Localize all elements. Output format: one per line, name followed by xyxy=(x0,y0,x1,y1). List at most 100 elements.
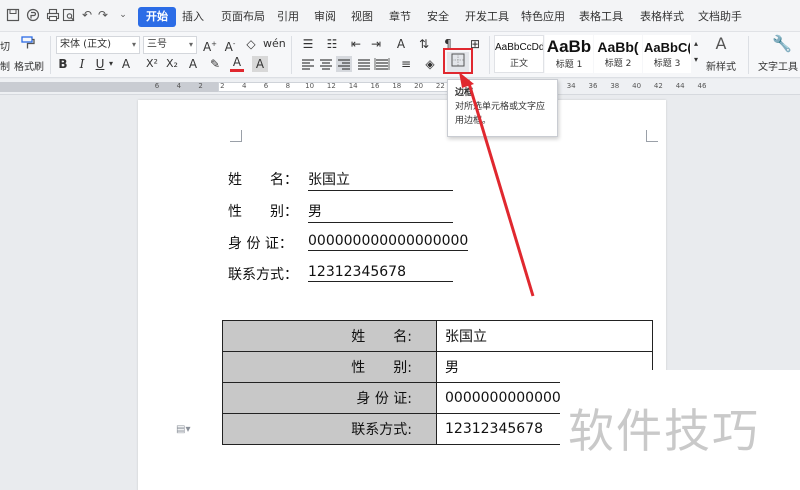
paste-options-icon[interactable]: ▤▾ xyxy=(176,424,194,438)
tooltip-line: 用边框。 xyxy=(455,116,492,126)
table-cell-label[interactable]: 姓 名: xyxy=(222,320,437,352)
align-center-icon[interactable] xyxy=(318,56,334,72)
menu-bar: ↶ ↷ ⌄ 开始 插入 页面布局 引用 审阅 视图 章节 安全 开发工具 特色应… xyxy=(0,0,800,32)
tab-developer[interactable]: 开发工具 xyxy=(465,7,509,27)
export-pdf-icon[interactable] xyxy=(26,8,40,22)
form-label: 身 份 证： xyxy=(228,236,293,252)
form-row-contact[interactable]: 联系方式： 12312345678 xyxy=(228,264,453,284)
print-icon[interactable] xyxy=(46,8,60,22)
decrease-indent-icon[interactable]: ⇤ xyxy=(348,36,364,52)
table-cell-value[interactable]: 张国立 xyxy=(436,320,653,352)
grow-font-icon[interactable]: A+ xyxy=(202,36,218,55)
phonetic-icon[interactable]: wén xyxy=(263,36,286,52)
text-tools-icon[interactable]: 🔧 xyxy=(772,36,792,52)
ruler-tick-label: 12 xyxy=(326,82,336,90)
tab-table-style[interactable]: 表格样式 xyxy=(640,7,684,27)
customize-chevron-icon[interactable]: ⌄ xyxy=(116,8,130,22)
style-heading-1[interactable]: AaBb 标题 1 xyxy=(545,35,593,73)
table-cell-label[interactable]: 性 别: xyxy=(222,351,437,383)
font-color-icon[interactable]: A xyxy=(230,56,244,72)
form-value[interactable]: 男 xyxy=(308,201,453,223)
tab-page-layout[interactable]: 页面布局 xyxy=(221,7,265,27)
align-right-icon[interactable] xyxy=(336,56,352,72)
copy-label[interactable]: 制 xyxy=(0,58,10,73)
chevron-down-icon: ▾ xyxy=(188,40,193,49)
shrink-font-icon[interactable]: A- xyxy=(222,36,238,55)
highlight-box xyxy=(443,48,473,74)
horizontal-ruler[interactable]: 6422468101214161820222426283032343638404… xyxy=(0,79,800,95)
format-painter-button[interactable]: 格式刷 xyxy=(14,58,44,73)
chevron-down-icon[interactable]: ▾ xyxy=(692,52,700,68)
bullet-list-icon[interactable]: ☰ xyxy=(300,36,316,52)
ruler-tick-label: 10 xyxy=(305,82,315,90)
ruler-tick-label: 18 xyxy=(392,82,402,90)
style-normal[interactable]: AaBbCcDd 正文 xyxy=(494,35,544,73)
numbered-list-icon[interactable]: ☷ xyxy=(324,36,340,52)
char-shading-icon[interactable]: A xyxy=(252,56,268,72)
watermark: 软件技巧 xyxy=(568,404,760,458)
form-row-gender[interactable]: 性 别： 男 xyxy=(228,201,453,223)
ruler-tick-label: 34 xyxy=(566,82,576,90)
tab-review[interactable]: 审阅 xyxy=(314,7,336,27)
subscript-icon[interactable]: X₂ xyxy=(164,56,180,72)
tab-doc-assistant[interactable]: 文档助手 xyxy=(698,7,742,27)
undo-icon[interactable]: ↶ xyxy=(80,8,94,22)
sort-icon[interactable]: ⇅ xyxy=(416,36,432,52)
bold-icon[interactable]: B xyxy=(56,56,70,72)
form-value[interactable]: 000000000000000000 xyxy=(308,233,469,251)
form-label: 姓 名： xyxy=(228,172,298,188)
chevron-down-icon: ▾ xyxy=(131,40,136,49)
margin-corner-mark xyxy=(230,130,242,142)
cut-label[interactable]: 切 xyxy=(0,38,10,53)
ruler-tick-label: 2 xyxy=(220,82,225,90)
distribute-icon[interactable] xyxy=(374,56,390,72)
style-heading-2-preview: AaBb( xyxy=(597,39,639,55)
style-heading-3[interactable]: AaBbC( 标题 3 xyxy=(643,35,691,73)
format-painter-icon[interactable] xyxy=(20,35,36,51)
table-cell-label[interactable]: 身 份 证: xyxy=(222,382,437,414)
justify-icon[interactable] xyxy=(356,56,372,72)
chevron-down-icon[interactable]: ▴ xyxy=(692,36,700,52)
style-heading-2[interactable]: AaBb( 标题 2 xyxy=(594,35,642,73)
shading-icon[interactable]: ◈ xyxy=(422,56,438,72)
redo-icon[interactable]: ↷ xyxy=(96,8,110,22)
tab-security[interactable]: 安全 xyxy=(427,7,449,27)
text-effect-icon[interactable]: A xyxy=(186,56,200,72)
font-color-a-icon[interactable]: A xyxy=(119,56,133,72)
ruler-tick-label: 40 xyxy=(632,82,642,90)
save-icon[interactable] xyxy=(6,8,20,22)
text-direction-icon[interactable]: A xyxy=(393,36,409,52)
form-row-id[interactable]: 身 份 证： 000000000000000000 xyxy=(228,233,469,253)
tab-table-tools[interactable]: 表格工具 xyxy=(579,7,623,27)
new-style-icon[interactable]: A xyxy=(712,36,730,52)
table-cell-label[interactable]: 联系方式: xyxy=(222,413,437,445)
tab-view[interactable]: 视图 xyxy=(351,7,373,27)
superscript-icon[interactable]: X² xyxy=(144,56,160,72)
tab-special-apps[interactable]: 特色应用 xyxy=(521,7,565,27)
ribbon-toolbar: 切 制 格式刷 宋体 (正文) ▾ 三号 ▾ A+ A- ◇ wén B I U ▾… xyxy=(0,32,800,78)
font-size-select[interactable]: 三号 ▾ xyxy=(143,36,197,54)
align-left-icon[interactable] xyxy=(300,56,316,72)
style-heading-1-label: 标题 1 xyxy=(555,60,583,70)
underline-icon[interactable]: U xyxy=(93,56,107,72)
line-spacing-icon[interactable]: ≡ xyxy=(398,56,414,72)
form-value[interactable]: 12312345678 xyxy=(308,264,453,282)
tooltip-title: 边框 xyxy=(455,88,474,98)
tab-insert[interactable]: 插入 xyxy=(182,7,204,27)
print-preview-icon[interactable] xyxy=(62,8,76,22)
clear-format-icon[interactable]: ◇ xyxy=(243,36,259,52)
chevron-down-icon[interactable]: ▾ xyxy=(107,56,115,72)
style-heading-2-label: 标题 2 xyxy=(604,59,632,69)
tab-section[interactable]: 章节 xyxy=(389,7,411,27)
increase-indent-icon[interactable]: ⇥ xyxy=(368,36,384,52)
highlight-icon[interactable]: ✎ xyxy=(207,56,223,72)
form-row-name[interactable]: 姓 名： 张国立 xyxy=(228,169,453,191)
new-style-button[interactable]: 新样式 xyxy=(706,58,736,73)
tab-home[interactable]: 开始 xyxy=(138,7,176,27)
font-name-select[interactable]: 宋体 (正文) ▾ xyxy=(56,36,140,54)
text-tools-button[interactable]: 文字工具 xyxy=(758,58,798,73)
ruler-tick-label: 44 xyxy=(675,82,685,90)
form-value[interactable]: 张国立 xyxy=(308,169,453,191)
italic-icon[interactable]: I xyxy=(75,56,89,72)
tab-references[interactable]: 引用 xyxy=(277,7,299,27)
